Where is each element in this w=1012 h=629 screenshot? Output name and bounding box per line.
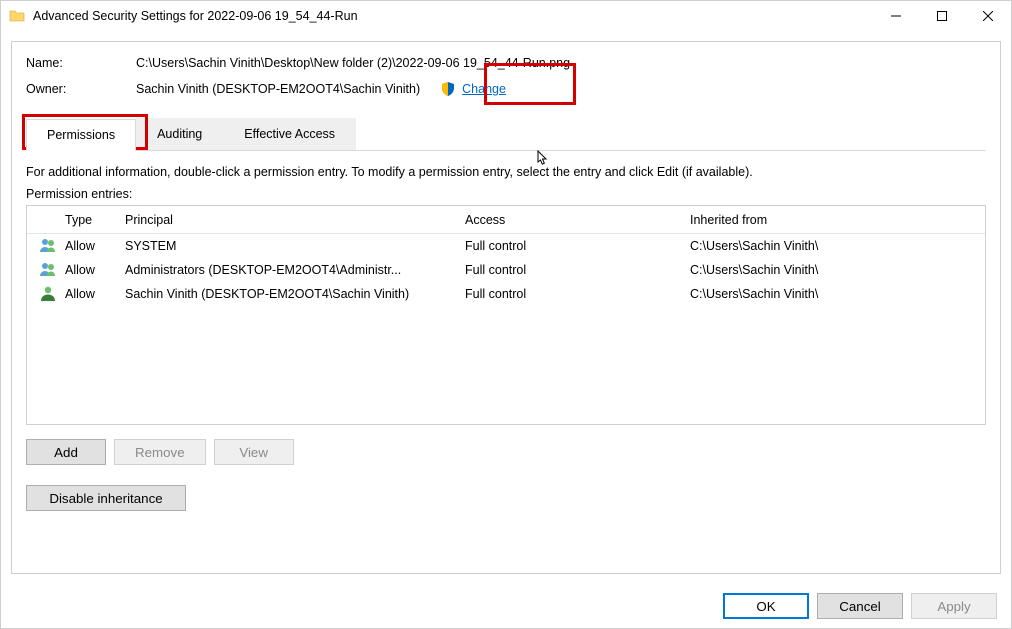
ok-button[interactable]: OK xyxy=(723,593,809,619)
cell-type: Allow xyxy=(59,287,119,301)
th-access[interactable]: Access xyxy=(459,213,684,227)
entry-buttons: Add Remove View xyxy=(26,439,986,465)
cell-principal: Sachin Vinith (DESKTOP-EM2OOT4\Sachin Vi… xyxy=(119,287,459,301)
tab-auditing[interactable]: Auditing xyxy=(136,118,223,150)
security-settings-window: Advanced Security Settings for 2022-09-0… xyxy=(0,0,1012,629)
folder-icon xyxy=(9,8,25,24)
window-title: Advanced Security Settings for 2022-09-0… xyxy=(33,9,873,23)
name-label: Name: xyxy=(26,56,136,70)
add-button[interactable]: Add xyxy=(26,439,106,465)
inheritance-buttons: Disable inheritance xyxy=(26,485,986,511)
disable-inheritance-button[interactable]: Disable inheritance xyxy=(26,485,186,511)
remove-button: Remove xyxy=(114,439,206,465)
table-row[interactable]: Allow Sachin Vinith (DESKTOP-EM2OOT4\Sac… xyxy=(27,282,985,306)
cell-type: Allow xyxy=(59,239,119,253)
shield-icon xyxy=(440,81,456,97)
user-icon xyxy=(39,284,57,302)
view-button: View xyxy=(214,439,294,465)
cell-access: Full control xyxy=(459,287,684,301)
titlebar: Advanced Security Settings for 2022-09-0… xyxy=(1,1,1011,31)
cell-type: Allow xyxy=(59,263,119,277)
principal-icon xyxy=(27,284,59,305)
owner-label: Owner: xyxy=(26,82,136,96)
tab-effective-access[interactable]: Effective Access xyxy=(223,118,356,150)
tab-permissions-label: Permissions xyxy=(47,128,115,142)
tab-auditing-label: Auditing xyxy=(157,127,202,141)
apply-button: Apply xyxy=(911,593,997,619)
dialog-footer: OK Cancel Apply xyxy=(1,584,1011,628)
table-row[interactable]: Allow Administrators (DESKTOP-EM2OOT4\Ad… xyxy=(27,258,985,282)
cell-inherited: C:\Users\Sachin Vinith\ xyxy=(684,239,985,253)
maximize-button[interactable] xyxy=(919,1,965,31)
cancel-button[interactable]: Cancel xyxy=(817,593,903,619)
principal-icon xyxy=(27,236,59,257)
cell-principal: SYSTEM xyxy=(119,239,459,253)
cell-inherited: C:\Users\Sachin Vinith\ xyxy=(684,263,985,277)
cell-principal: Administrators (DESKTOP-EM2OOT4\Administ… xyxy=(119,263,459,277)
table-header: Type Principal Access Inherited from xyxy=(27,206,985,234)
change-owner-link[interactable]: Change xyxy=(462,82,506,96)
window-controls xyxy=(873,1,1011,31)
th-principal[interactable]: Principal xyxy=(119,213,459,227)
cell-access: Full control xyxy=(459,263,684,277)
info-text: For additional information, double-click… xyxy=(26,165,986,179)
th-type[interactable]: Type xyxy=(59,213,119,227)
change-owner-wrap: Change xyxy=(434,78,512,100)
close-button[interactable] xyxy=(965,1,1011,31)
tab-effective-label: Effective Access xyxy=(244,127,335,141)
minimize-button[interactable] xyxy=(873,1,919,31)
th-inherited[interactable]: Inherited from xyxy=(684,213,985,227)
owner-value: Sachin Vinith (DESKTOP-EM2OOT4\Sachin Vi… xyxy=(136,82,420,96)
group-icon xyxy=(39,236,57,254)
name-row: Name: C:\Users\Sachin Vinith\Desktop\New… xyxy=(26,56,986,70)
cell-access: Full control xyxy=(459,239,684,253)
group-icon xyxy=(39,260,57,278)
principal-icon xyxy=(27,260,59,281)
name-value: C:\Users\Sachin Vinith\Desktop\New folde… xyxy=(136,56,570,70)
permissions-table: Type Principal Access Inherited from All… xyxy=(26,205,986,425)
table-body: Allow SYSTEM Full control C:\Users\Sachi… xyxy=(27,234,985,424)
table-row[interactable]: Allow SYSTEM Full control C:\Users\Sachi… xyxy=(27,234,985,258)
main-panel: Name: C:\Users\Sachin Vinith\Desktop\New… xyxy=(11,41,1001,574)
entries-label: Permission entries: xyxy=(26,187,986,201)
tab-permissions[interactable]: Permissions xyxy=(26,119,136,151)
tabstrip: Permissions Auditing Effective Access xyxy=(26,118,986,151)
owner-row: Owner: Sachin Vinith (DESKTOP-EM2OOT4\Sa… xyxy=(26,78,986,100)
cell-inherited: C:\Users\Sachin Vinith\ xyxy=(684,287,985,301)
